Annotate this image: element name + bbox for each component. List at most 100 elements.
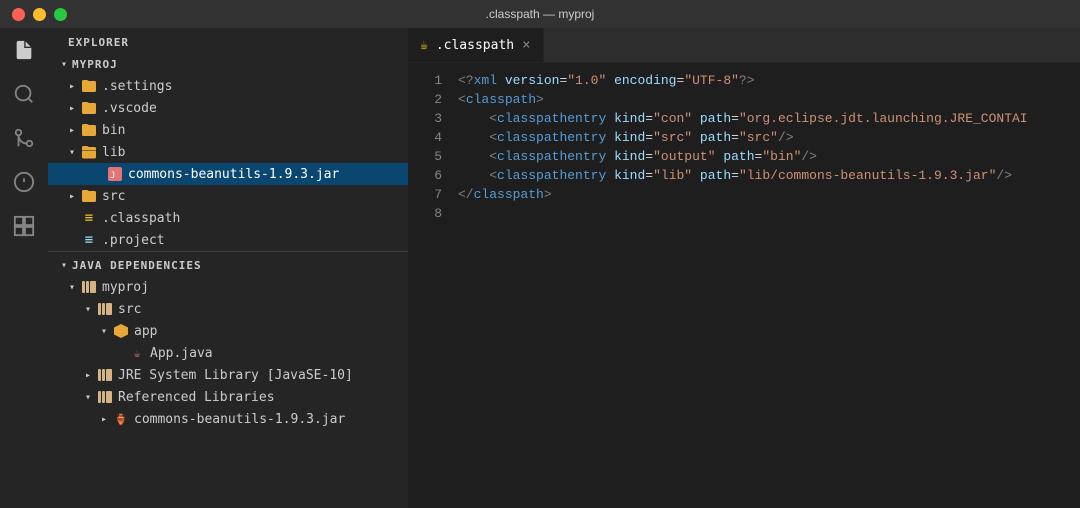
java-deps-header[interactable]: JAVA DEPENDENCIES — [48, 254, 408, 276]
line-content-8 — [458, 204, 466, 223]
explorer-activity-icon[interactable] — [10, 36, 38, 64]
jar-icon: J — [106, 166, 124, 182]
jre-jd-label: JRE System Library [JavaSE-10] — [118, 368, 353, 383]
code-line-2: 2 <classpath> — [408, 90, 1080, 109]
commons-jd-arrow — [96, 411, 112, 427]
lib-folder-icon — [80, 144, 98, 160]
src-jd-item[interactable]: src — [48, 298, 408, 320]
line-content-2: <classpath> — [458, 90, 544, 109]
activity-bar — [0, 28, 48, 508]
reflib-jd-label: Referenced Libraries — [118, 390, 275, 405]
reflib-jd-item[interactable]: Referenced Libraries — [48, 386, 408, 408]
settings-arrow — [64, 78, 80, 94]
extensions-activity-icon[interactable] — [10, 212, 38, 240]
classpath-file-icon: ≡ — [80, 210, 98, 226]
classpath-tab-label: .classpath — [436, 38, 514, 53]
bin-item[interactable]: bin — [48, 119, 408, 141]
myproj-arrow — [56, 56, 72, 72]
vscode-item[interactable]: .vscode — [48, 97, 408, 119]
vscode-label: .vscode — [102, 101, 157, 116]
line-content-6: <classpathentry kind="lib" path="lib/com… — [458, 166, 1012, 185]
code-line-8: 8 — [408, 204, 1080, 223]
settings-label: .settings — [102, 79, 172, 94]
line-content-3: <classpathentry kind="con" path="org.ecl… — [458, 109, 1028, 128]
src-library-icon — [96, 301, 114, 317]
myproj-jd-label: myproj — [102, 280, 149, 295]
search-activity-icon[interactable] — [10, 80, 38, 108]
src-jd-label: src — [118, 302, 141, 317]
sidebar: EXPLORER MYPROJ .settings .vscode — [48, 28, 408, 508]
code-line-5: 5 <classpathentry kind="output" path="bi… — [408, 147, 1080, 166]
code-line-1: 1 <?xml version="1.0" encoding="UTF-8"?> — [408, 71, 1080, 90]
commons-jar-label: commons-beanutils-1.9.3.jar — [128, 167, 339, 182]
reflib-jd-arrow — [80, 389, 96, 405]
myproj-header[interactable]: MYPROJ — [48, 53, 408, 75]
explorer-header: EXPLORER — [48, 28, 408, 53]
line-content-5: <classpathentry kind="output" path="bin"… — [458, 147, 817, 166]
close-button[interactable] — [12, 8, 25, 21]
app-jd-item[interactable]: app — [48, 320, 408, 342]
source-control-activity-icon[interactable] — [10, 124, 38, 152]
maximize-button[interactable] — [54, 8, 67, 21]
line-content-4: <classpathentry kind="src" path="src"/> — [458, 128, 794, 147]
classpath-item[interactable]: ≡ .classpath — [48, 207, 408, 229]
bin-arrow — [64, 122, 80, 138]
project-item[interactable]: ≡ .project — [48, 229, 408, 251]
classpath-tab-icon: ☕ — [420, 38, 428, 53]
editor-area: ☕ .classpath × 1 <?xml version="1.0" enc… — [408, 28, 1080, 508]
project-label: .project — [102, 233, 165, 248]
library-icon — [80, 279, 98, 295]
myproj-jd-item[interactable]: myproj — [48, 276, 408, 298]
settings-item[interactable]: .settings — [48, 75, 408, 97]
vscode-folder-icon — [80, 100, 98, 116]
src-arrow — [64, 188, 80, 204]
java-file-icon: ☕ — [128, 345, 146, 361]
classpath-label: .classpath — [102, 211, 180, 226]
myproj-jd-arrow — [64, 279, 80, 295]
appjava-jd-item[interactable]: ☕ App.java — [48, 342, 408, 364]
minimize-button[interactable] — [33, 8, 46, 21]
bin-folder-icon — [80, 122, 98, 138]
lib-item[interactable]: lib — [48, 141, 408, 163]
commons-jar-item[interactable]: J commons-beanutils-1.9.3.jar — [48, 163, 408, 185]
commons-jd-item[interactable]: 🏺 commons-beanutils-1.9.3.jar — [48, 408, 408, 430]
titlebar-buttons — [12, 8, 67, 21]
line-num-7: 7 — [408, 185, 458, 204]
reflib-library-icon — [96, 389, 114, 405]
line-num-6: 6 — [408, 166, 458, 185]
vscode-arrow — [64, 100, 80, 116]
lib-label: lib — [102, 145, 125, 160]
line-content-7: </classpath> — [458, 185, 552, 204]
close-tab-button[interactable]: × — [522, 37, 530, 53]
jre-jd-item[interactable]: JRE System Library [JavaSE-10] — [48, 364, 408, 386]
myproj-label: MYPROJ — [72, 58, 118, 71]
src-item[interactable]: src — [48, 185, 408, 207]
line-num-2: 2 — [408, 90, 458, 109]
classpath-tab[interactable]: ☕ .classpath × — [408, 28, 544, 62]
code-editor[interactable]: 1 <?xml version="1.0" encoding="UTF-8"?>… — [408, 63, 1080, 508]
java-deps-arrow — [56, 257, 72, 273]
svg-text:J: J — [110, 171, 115, 181]
line-num-5: 5 — [408, 147, 458, 166]
src-jd-arrow — [80, 301, 96, 317]
line-num-8: 8 — [408, 204, 458, 223]
src-label: src — [102, 189, 125, 204]
app-jd-arrow — [96, 323, 112, 339]
app-jd-label: app — [134, 324, 157, 339]
appjava-jd-label: App.java — [150, 346, 213, 361]
code-line-7: 7 </classpath> — [408, 185, 1080, 204]
line-num-4: 4 — [408, 128, 458, 147]
commons-jd-label: commons-beanutils-1.9.3.jar — [134, 412, 345, 427]
jar-jd-icon: 🏺 — [112, 411, 130, 427]
bin-label: bin — [102, 123, 125, 138]
titlebar-title: .classpath — myproj — [486, 7, 595, 21]
src-folder-icon — [80, 188, 98, 204]
code-line-4: 4 <classpathentry kind="src" path="src"/… — [408, 128, 1080, 147]
debug-activity-icon[interactable] — [10, 168, 38, 196]
code-line-3: 3 <classpathentry kind="con" path="org.e… — [408, 109, 1080, 128]
lib-arrow — [64, 144, 80, 160]
project-file-icon: ≡ — [80, 232, 98, 248]
tab-bar: ☕ .classpath × — [408, 28, 1080, 63]
titlebar: .classpath — myproj — [0, 0, 1080, 28]
code-line-6: 6 <classpathentry kind="lib" path="lib/c… — [408, 166, 1080, 185]
